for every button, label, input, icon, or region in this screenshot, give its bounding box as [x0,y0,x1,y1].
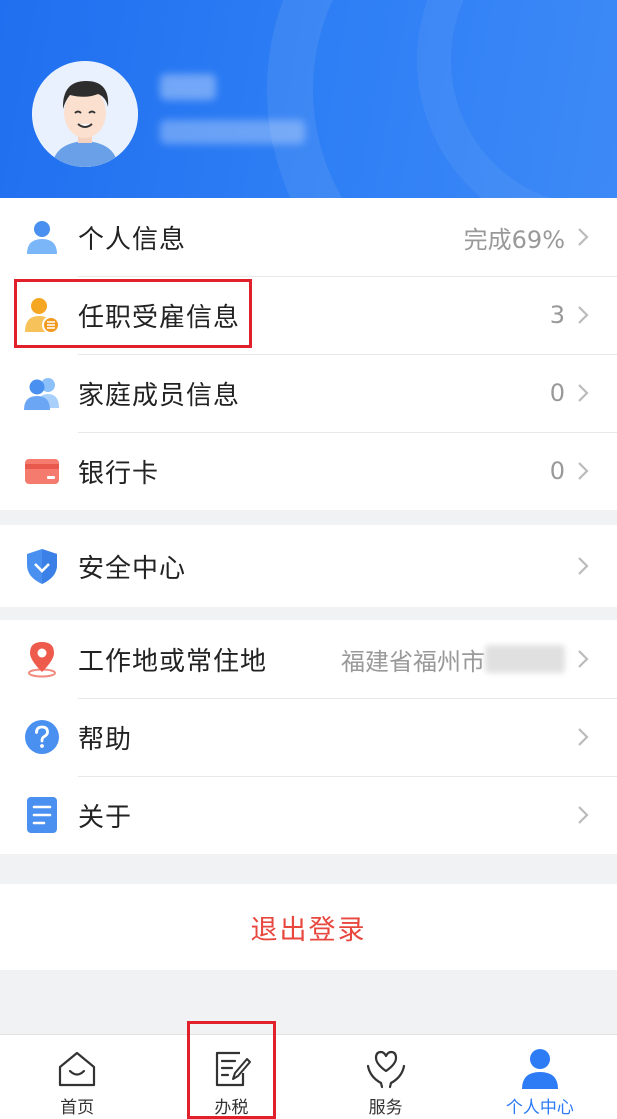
tab-label: 个人中心 [505,1098,574,1118]
person-icon [521,1049,558,1089]
highlight-employment-info [14,279,252,348]
tab-personal-center[interactable]: 个人中心 [463,1035,617,1119]
person-icon [27,221,57,254]
menu-item-label: 家庭成员信息 [78,380,241,411]
chevron-right-icon [578,650,589,668]
bank-card-icon [25,459,59,484]
menu-item-value: 0 [549,379,565,407]
menu-item-value: 3 [549,301,565,329]
menu-item-about[interactable]: 关于 [0,776,617,854]
chevron-right-icon [578,306,589,324]
chevron-right-icon [578,806,589,824]
shield-icon [27,549,57,584]
user-phone [160,120,305,144]
profile-header [0,0,617,198]
chevron-right-icon [578,228,589,246]
personal-info-group: 个人信息 完成69% 任职受雇信息 3 家庭成员信息 0 银行卡 0 [0,198,617,510]
document-icon [27,797,57,833]
avatar-illustration-icon [32,61,138,167]
logout-label: 退出登录 [250,914,367,946]
tab-service[interactable]: 服务 [309,1035,463,1119]
menu-item-security-center[interactable]: 安全中心 [0,525,617,607]
chevron-right-icon [578,728,589,746]
menu-item-family-info[interactable]: 家庭成员信息 0 [0,354,617,432]
location-pin-icon [28,642,56,678]
other-group: 工作地或常住地 福建省福州市 帮助 关于 [0,620,617,854]
heart-hands-icon [366,1050,405,1089]
help-question-icon [25,720,59,754]
menu-item-label: 帮助 [78,724,133,755]
menu-item-personal-info[interactable]: 个人信息 完成69% [0,198,617,276]
menu-item-label: 银行卡 [78,458,160,489]
menu-item-label: 安全中心 [78,553,187,584]
menu-item-value: 0 [549,457,565,485]
tab-label: 服务 [368,1098,403,1118]
menu-item-label: 工作地或常住地 [78,646,268,677]
menu-item-work-residence[interactable]: 工作地或常住地 福建省福州市 [0,620,617,698]
chevron-right-icon [578,384,589,402]
tab-label: 首页 [60,1098,95,1118]
chevron-right-icon [578,462,589,480]
menu-item-value: 完成69% [463,225,565,254]
tab-home[interactable]: 首页 [0,1035,154,1119]
security-group: 安全中心 [0,525,617,607]
menu-item-bank-card[interactable]: 银行卡 0 [0,432,617,510]
avatar[interactable] [32,61,138,167]
family-icon [24,378,59,410]
chevron-right-icon [578,557,589,575]
home-icon [59,1051,96,1087]
highlight-tax-tab [187,1021,276,1119]
menu-item-help[interactable]: 帮助 [0,698,617,776]
menu-item-label: 关于 [78,802,133,833]
menu-item-label: 个人信息 [78,224,187,255]
user-name [160,74,216,100]
bottom-tab-bar: 首页 办税 服务 个人中心 [0,1034,617,1119]
logout-button[interactable]: 退出登录 [0,884,617,970]
menu-item-value: 福建省福州市 [341,647,485,676]
redacted-district [485,645,565,673]
